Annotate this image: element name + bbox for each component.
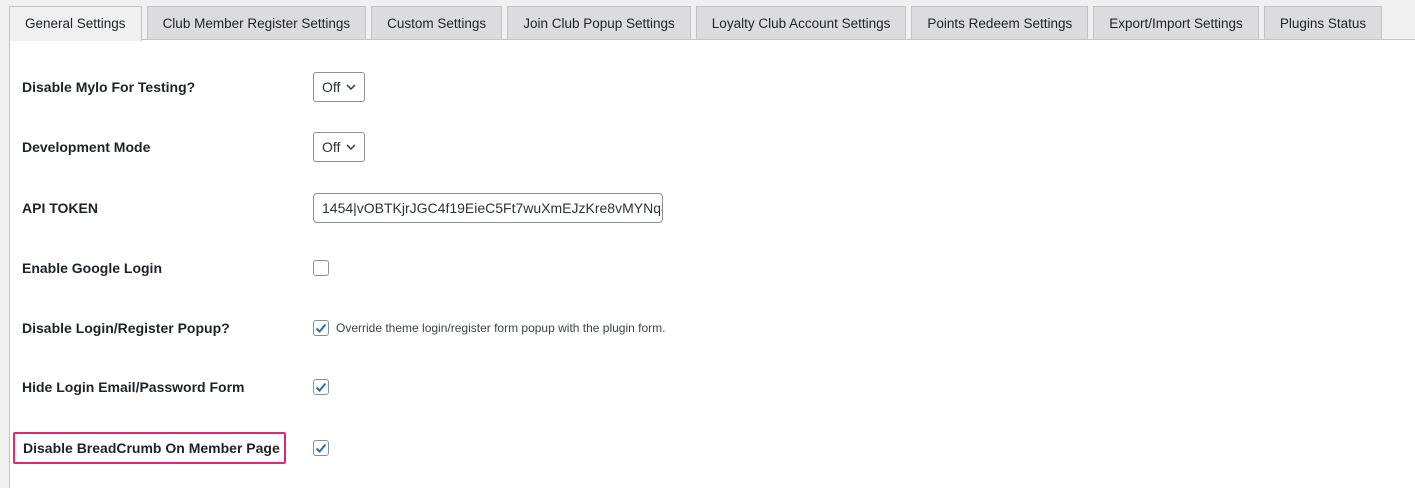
setting-row-hide-login-form: Hide Login Email/Password Form xyxy=(10,367,1415,407)
api-token-input[interactable]: 1454|vOBTKjrJGC4f19EieC5Ft7wuXmEJzKre8vM… xyxy=(313,193,663,223)
hide-login-form-checkbox[interactable] xyxy=(313,379,329,395)
tab-loyalty-club-account-settings[interactable]: Loyalty Club Account Settings xyxy=(695,6,907,39)
development-mode-select[interactable]: Off xyxy=(313,132,366,162)
tab-export-import-settings[interactable]: Export/Import Settings xyxy=(1093,6,1259,39)
chevron-down-icon xyxy=(346,144,356,150)
setting-field-development-mode: Off xyxy=(313,132,366,162)
tab-points-redeem-settings[interactable]: Points Redeem Settings xyxy=(911,6,1089,39)
setting-field-disable-popup: Override theme login/register form popup… xyxy=(313,320,666,336)
development-mode-select-value: Off xyxy=(322,139,341,155)
setting-label-disable-breadcrumb: Disable BreadCrumb On Member Page xyxy=(13,432,286,464)
setting-row-disable-breadcrumb: Disable BreadCrumb On Member Page xyxy=(10,428,1415,468)
setting-field-google-login xyxy=(313,260,329,276)
setting-row-development-mode: Development Mode Off xyxy=(10,127,1415,167)
checkmark-icon xyxy=(315,323,327,333)
settings-panel: Disable Mylo For Testing? Off Developmen… xyxy=(9,40,1415,488)
setting-row-disable-popup: Disable Login/Register Popup? Override t… xyxy=(10,308,1415,348)
checkmark-icon xyxy=(315,443,327,453)
setting-field-disable-mylo: Off xyxy=(313,72,366,102)
tab-divider xyxy=(9,39,1415,40)
setting-label-development-mode: Development Mode xyxy=(22,139,151,155)
setting-row-disable-mylo: Disable Mylo For Testing? Off xyxy=(10,67,1415,107)
tab-club-member-register-settings[interactable]: Club Member Register Settings xyxy=(146,6,367,39)
setting-label-disable-mylo: Disable Mylo For Testing? xyxy=(22,79,196,95)
setting-row-google-login: Enable Google Login xyxy=(10,248,1415,288)
tab-plugins-status[interactable]: Plugins Status xyxy=(1263,6,1383,39)
disable-popup-checkbox[interactable] xyxy=(313,320,329,336)
setting-label-hide-login-form: Hide Login Email/Password Form xyxy=(22,379,245,395)
setting-field-api-token: 1454|vOBTKjrJGC4f19EieC5Ft7wuXmEJzKre8vM… xyxy=(313,193,663,223)
disable-mylo-select[interactable]: Off xyxy=(313,72,366,102)
google-login-checkbox[interactable] xyxy=(313,260,329,276)
tab-custom-settings[interactable]: Custom Settings xyxy=(371,6,503,39)
setting-label-google-login: Enable Google Login xyxy=(22,260,162,276)
disable-breadcrumb-checkbox[interactable] xyxy=(313,440,329,456)
checkmark-icon xyxy=(315,382,327,392)
setting-label-api-token: API TOKEN xyxy=(22,200,98,216)
settings-tabs: General Settings Club Member Register Se… xyxy=(9,6,1383,41)
chevron-down-icon xyxy=(346,84,356,90)
disable-popup-description: Override theme login/register form popup… xyxy=(336,321,666,335)
setting-label-disable-popup: Disable Login/Register Popup? xyxy=(22,320,230,336)
tab-general-settings[interactable]: General Settings xyxy=(9,6,142,41)
disable-mylo-select-value: Off xyxy=(322,79,341,95)
setting-row-api-token: API TOKEN 1454|vOBTKjrJGC4f19EieC5Ft7wuX… xyxy=(10,188,1415,228)
tab-join-club-popup-settings[interactable]: Join Club Popup Settings xyxy=(507,6,691,39)
setting-field-disable-breadcrumb xyxy=(313,440,329,456)
setting-field-hide-login-form xyxy=(313,379,329,395)
